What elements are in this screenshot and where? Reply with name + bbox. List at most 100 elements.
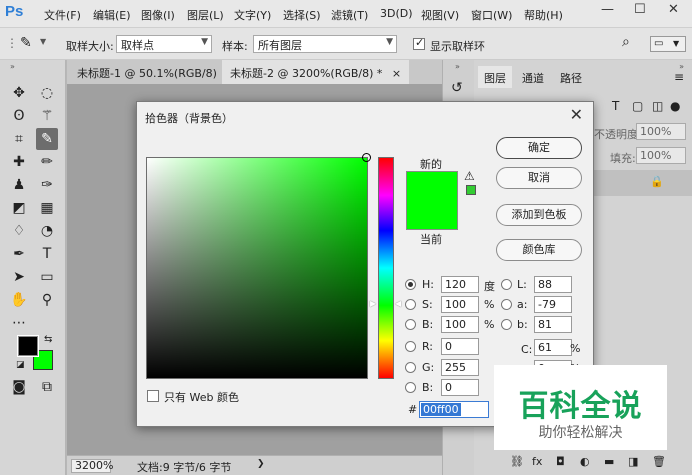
fill-field[interactable]: 100% <box>636 147 686 164</box>
add-to-swatches-button[interactable]: 添加到色板 <box>496 204 582 226</box>
s-input[interactable]: 100 <box>441 296 479 313</box>
tab-channels[interactable]: 通道 <box>516 70 550 86</box>
default-colors-icon[interactable]: ◪ <box>16 360 25 370</box>
color-field-marker[interactable] <box>362 153 371 162</box>
eyedropper-tool-icon[interactable]: ✎ <box>36 128 58 150</box>
menu-view[interactable]: 视图(V) <box>421 7 459 23</box>
more-tools-icon[interactable]: ⋯ <box>8 312 30 334</box>
b-input[interactable]: 100 <box>441 316 479 333</box>
zoom-field[interactable]: 3200% <box>71 459 113 473</box>
screen-mode-icon[interactable]: ⧉ <box>36 376 58 398</box>
close-window-button[interactable]: ✕ <box>668 2 679 17</box>
hue-slider-right-arrow[interactable]: ◀ <box>395 299 401 308</box>
zoom-tool-icon[interactable]: ⚲ <box>36 289 58 311</box>
menu-layer[interactable]: 图层(L) <box>187 7 224 23</box>
r-input[interactable]: 0 <box>441 338 479 355</box>
crop-tool-icon[interactable]: ⌗ <box>8 128 30 150</box>
hue-slider-left-arrow[interactable]: ▶ <box>370 299 376 308</box>
ok-button[interactable]: 确定 <box>496 137 582 159</box>
eraser-tool-icon[interactable]: ◩ <box>8 197 30 219</box>
filter-toggle-icon[interactable]: ● <box>670 99 680 113</box>
history-brush-icon[interactable]: ✑ <box>36 174 58 196</box>
panel-menu-icon[interactable]: ≡ <box>674 70 684 84</box>
brush-tool-icon[interactable]: ✏ <box>36 151 58 173</box>
gradient-tool-icon[interactable]: ▦ <box>36 197 58 219</box>
stamp-tool-icon[interactable]: ♟ <box>8 174 30 196</box>
swap-colors-icon[interactable]: ⇆ <box>44 334 52 345</box>
type-tool-icon[interactable]: T <box>36 243 58 265</box>
current-color-swatch[interactable] <box>406 229 458 230</box>
menu-edit[interactable]: 编辑(E) <box>93 7 131 23</box>
close-icon[interactable]: ✕ <box>570 105 583 124</box>
magic-wand-icon[interactable]: ⚚ <box>36 105 58 127</box>
lab-b-input[interactable]: 81 <box>534 316 572 333</box>
smart-filter-icon[interactable]: ◫ <box>652 99 663 113</box>
gamut-swatch[interactable] <box>466 185 476 195</box>
search-icon[interactable]: ⌕ <box>622 34 630 50</box>
s-radio[interactable] <box>405 299 416 310</box>
collapse-icon[interactable]: » <box>10 62 15 71</box>
close-tab-icon[interactable]: × <box>392 67 401 80</box>
blue-radio[interactable] <box>405 382 416 393</box>
lasso-tool-icon[interactable]: ʘ <box>8 105 30 127</box>
warning-icon[interactable]: ⚠ <box>464 169 475 183</box>
hand-tool-icon[interactable]: ✋ <box>8 289 30 311</box>
menu-file[interactable]: 文件(F) <box>44 7 81 23</box>
cancel-button[interactable]: 取消 <box>496 167 582 189</box>
h-radio[interactable] <box>405 279 416 290</box>
tab-document-1[interactable]: 未标题-1 @ 50.1%(RGB/8) × <box>69 60 244 84</box>
fx-icon[interactable]: fx <box>532 455 542 468</box>
foreground-color-swatch[interactable] <box>17 335 39 357</box>
eyedropper-preset-icon[interactable]: ✎ <box>20 35 32 51</box>
h-input[interactable]: 120 <box>441 276 479 293</box>
blue-input[interactable]: 0 <box>441 379 479 396</box>
a-radio[interactable] <box>501 299 512 310</box>
menu-type[interactable]: 文字(Y) <box>234 7 271 23</box>
menu-help[interactable]: 帮助(H) <box>524 7 563 23</box>
c-input[interactable]: 61 <box>534 339 572 356</box>
minimize-button[interactable]: — <box>601 2 614 17</box>
g-input[interactable]: 255 <box>441 359 479 376</box>
status-menu-arrow[interactable]: ❯ <box>257 459 265 469</box>
spot-heal-icon[interactable]: ✚ <box>8 151 30 173</box>
pen-tool-icon[interactable]: ✒ <box>8 243 30 265</box>
b-radio[interactable] <box>405 319 416 330</box>
menu-3d[interactable]: 3D(D) <box>380 7 413 20</box>
blur-tool-icon[interactable]: ♢ <box>8 220 30 242</box>
a-input[interactable]: -79 <box>534 296 572 313</box>
rectangle-tool-icon[interactable]: ▭ <box>36 266 58 288</box>
workspace-switcher[interactable]: ▭ ▼ <box>650 36 686 52</box>
g-radio[interactable] <box>405 362 416 373</box>
new-layer-icon[interactable]: ◨ <box>628 455 638 468</box>
l-radio[interactable] <box>501 279 512 290</box>
tab-layers[interactable]: 图层 <box>478 66 512 88</box>
color-field[interactable] <box>146 157 368 379</box>
group-icon[interactable]: ▬ <box>604 455 614 468</box>
dodge-tool-icon[interactable]: ◔ <box>36 220 58 242</box>
sample-size-select[interactable]: 取样点 ▼ <box>116 35 212 53</box>
link-icon[interactable]: ⛓ <box>510 455 524 468</box>
collapse-icon[interactable]: » <box>455 62 460 71</box>
menu-image[interactable]: 图像(I) <box>141 7 175 23</box>
shape-filter-icon[interactable]: ▢ <box>632 99 643 113</box>
quick-mask-icon[interactable]: ◙ <box>8 376 30 398</box>
sample-select[interactable]: 所有图层 ▼ <box>253 35 397 53</box>
adjustment-icon[interactable]: ◐ <box>580 455 590 468</box>
opacity-field[interactable]: 100% <box>636 123 686 140</box>
text-filter-icon[interactable]: T <box>612 99 619 113</box>
show-ring-checkbox[interactable] <box>413 36 425 50</box>
tab-document-2[interactable]: 未标题-2 @ 3200%(RGB/8) * × <box>222 60 410 84</box>
ellipse-marquee-icon[interactable]: ◌ <box>36 82 58 104</box>
history-panel-icon[interactable]: ↺ <box>451 80 463 96</box>
lab-b-radio[interactable] <box>501 319 512 330</box>
only-web-colors-checkbox[interactable] <box>147 390 159 402</box>
r-radio[interactable] <box>405 341 416 352</box>
mask-icon[interactable]: ◘ <box>556 455 565 468</box>
trash-icon[interactable]: 🗑 <box>652 455 666 468</box>
path-select-icon[interactable]: ➤ <box>8 266 30 288</box>
move-tool-icon[interactable]: ✥ <box>8 82 30 104</box>
menu-filter[interactable]: 滤镜(T) <box>331 7 368 23</box>
layer-row[interactable]: 🔒 <box>592 170 692 196</box>
menu-window[interactable]: 窗口(W) <box>471 7 512 23</box>
maximize-button[interactable]: ☐ <box>634 2 646 17</box>
